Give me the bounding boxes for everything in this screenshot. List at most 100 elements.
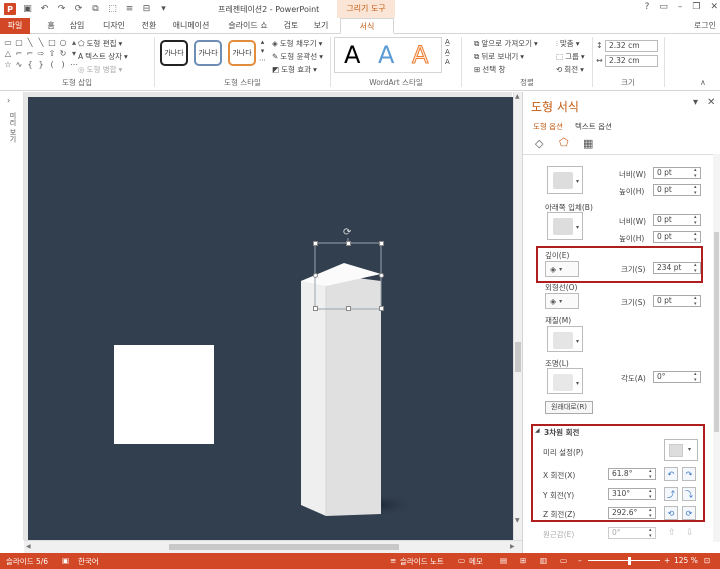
bring-forward-button[interactable]: ⧉ 앞으로 가져오기 ▾ [474, 38, 538, 49]
star-shape-icon[interactable]: ☆ [3, 59, 13, 70]
wordart-tools[interactable]: A̲ A̲ A [445, 38, 450, 66]
section-expanded-icon[interactable]: ◢ [535, 427, 540, 434]
bracket-shape-icon[interactable]: ( [47, 59, 57, 70]
contour-size-field[interactable]: 0 pt [653, 295, 701, 307]
zoom-level[interactable]: 125 % [674, 556, 698, 565]
shape-style-preset-1[interactable]: 가나다 [160, 40, 188, 66]
triangle-shape-icon[interactable]: △ [3, 48, 13, 59]
rectangle-shape-icon[interactable]: □ [47, 37, 57, 48]
x-rotation-field[interactable]: 61.8° [608, 468, 656, 480]
resize-handle[interactable] [379, 306, 384, 311]
wordart-style-1[interactable]: A [344, 41, 360, 69]
pillar-side-face[interactable] [326, 274, 381, 516]
collapsed-thumbnail-pane[interactable]: › 미리 보기 [0, 92, 24, 540]
merge-shapes-button[interactable]: ◎ 도형 병합 ▾ [78, 64, 122, 75]
x-rotate-right-button[interactable]: ↷ [682, 467, 696, 481]
shape-width-field[interactable]: 2.32 cm [605, 55, 658, 67]
depth-color-dropdown[interactable]: ◈ ▾ [545, 261, 579, 277]
wordart-style-2[interactable]: A [378, 41, 394, 69]
rotate-shape-icon[interactable]: ↻ [58, 48, 68, 59]
tab-format[interactable]: 서식 [340, 18, 394, 34]
perspective-decrease-icon[interactable]: ⇩ [686, 528, 694, 538]
bottom-bevel-width-field[interactable]: 0 pt [653, 214, 701, 226]
z-rotate-counterclockwise-button[interactable]: ⟲ [664, 506, 678, 520]
group-icon[interactable]: ⬚ [107, 4, 118, 15]
minimize-icon[interactable]: – [678, 2, 683, 12]
copy-icon[interactable]: ⧉ [90, 4, 101, 15]
selection-pane-button[interactable]: ⊞ 선택 창 [474, 64, 505, 75]
shape-style-preset-2[interactable]: 가나다 [194, 40, 222, 66]
corner-shape-icon[interactable]: ⌐ [25, 48, 35, 59]
arrow-shape-icon[interactable]: ⇨ [36, 48, 46, 59]
vertical-scroll-thumb[interactable] [515, 342, 521, 372]
repeat-icon[interactable]: ⟳ [73, 4, 84, 15]
resize-handle[interactable] [313, 241, 318, 246]
text-box-button[interactable]: A 텍스트 상자 ▾ [78, 51, 128, 62]
angle-field[interactable]: 0° [653, 371, 701, 383]
bracket-shape-icon[interactable]: { [25, 59, 35, 70]
zoom-slider[interactable] [588, 560, 660, 561]
notes-button[interactable]: 슬라이드 노트 [400, 556, 444, 567]
oval-shape-icon[interactable]: ○ [58, 37, 68, 48]
shape-effects-button[interactable]: ◩ 도형 효과 ▾ [272, 64, 317, 75]
tab-review[interactable]: 검토 [280, 18, 302, 34]
language-indicator[interactable]: 한국어 [78, 556, 99, 567]
tab-shape-options[interactable]: 도형 옵션 [533, 121, 563, 132]
x-rotate-left-button[interactable]: ↶ [664, 467, 678, 481]
collapse-ribbon-icon[interactable]: ∧ [700, 78, 706, 87]
scroll-up-icon[interactable]: ▲ [515, 93, 520, 100]
slide-sorter-icon[interactable]: ⊞ [520, 556, 526, 565]
reading-view-icon[interactable]: ▥ [540, 556, 547, 565]
slide[interactable]: ⟳ [28, 97, 514, 540]
resize-handle[interactable] [346, 241, 351, 246]
depth-size-field[interactable]: 234 pt [653, 262, 701, 274]
group-button[interactable]: ⬚ 그룹 ▾ [556, 51, 585, 62]
rotation-presets-dropdown[interactable]: ▾ [664, 439, 698, 461]
align-button[interactable]: ⫶ 맞춤 ▾ [556, 38, 579, 49]
y-rotate-up-button[interactable]: ⤴ [664, 487, 678, 501]
distribute-icon[interactable]: ⊟ [141, 4, 152, 15]
resize-handle[interactable] [379, 241, 384, 246]
scroll-left-icon[interactable]: ◀ [26, 543, 31, 550]
rotate-button[interactable]: ⟲ 회전 ▾ [556, 64, 584, 75]
top-bevel-width-field[interactable]: 0 pt [653, 167, 701, 179]
rectangle-shape-icon[interactable]: ▢ [14, 37, 24, 48]
tab-design[interactable]: 디자인 [96, 18, 132, 34]
expand-pane-icon[interactable]: › [7, 96, 10, 105]
save-icon[interactable]: ▣ [22, 4, 33, 15]
tab-slideshow[interactable]: 슬라이드 쇼 [220, 18, 276, 34]
curve-shape-icon[interactable]: ∿ [14, 59, 24, 70]
help-icon[interactable]: ? [645, 2, 650, 12]
rotation-section-header[interactable]: 3차원 회전 [544, 427, 579, 438]
sign-in-link[interactable]: 로그인 [694, 20, 716, 31]
undo-icon[interactable]: ↶ [39, 4, 50, 15]
material-dropdown[interactable]: ▾ [547, 326, 583, 352]
zoom-slider-thumb[interactable] [628, 557, 631, 565]
comments-button[interactable]: 메모 [469, 556, 483, 567]
resize-handle[interactable] [379, 273, 384, 278]
shape-style-preset-3[interactable]: 가나다 [228, 40, 256, 66]
tab-insert[interactable]: 삽입 [64, 18, 90, 34]
scroll-right-icon[interactable]: ▶ [510, 543, 515, 550]
fill-line-icon[interactable]: ◇ [535, 137, 543, 150]
align-icon[interactable]: ≡ [124, 4, 135, 15]
horizontal-scrollbar[interactable]: ◀ ▶ [24, 540, 522, 553]
edit-shape-button[interactable]: ⬠ 도형 편집 ▾ [78, 38, 122, 49]
z-rotate-clockwise-button[interactable]: ⟳ [682, 506, 696, 520]
perspective-field[interactable]: 0° [608, 527, 656, 539]
white-square-shape[interactable] [114, 345, 214, 444]
size-properties-icon[interactable]: ▦ [583, 137, 593, 150]
fit-to-window-icon[interactable]: ⊡ [704, 556, 710, 565]
proofing-icon[interactable]: ▣ [62, 556, 69, 565]
customize-qat-icon[interactable]: ▾ [158, 4, 169, 15]
perspective-increase-icon[interactable]: ⇧ [668, 528, 676, 538]
wordart-style-3[interactable]: A [411, 41, 428, 70]
effects-pentagon-icon[interactable]: ⬠ [559, 136, 569, 149]
bracket-shape-icon[interactable]: } [36, 59, 46, 70]
zoom-out-icon[interactable]: – [578, 556, 582, 565]
restore-icon[interactable]: ❐ [692, 2, 700, 12]
y-rotation-field[interactable]: 310° [608, 488, 656, 500]
pane-close-icon[interactable]: ✕ [707, 97, 715, 108]
corner-shape-icon[interactable]: ⌐ [14, 48, 24, 59]
tab-home[interactable]: 홈 [40, 18, 62, 34]
